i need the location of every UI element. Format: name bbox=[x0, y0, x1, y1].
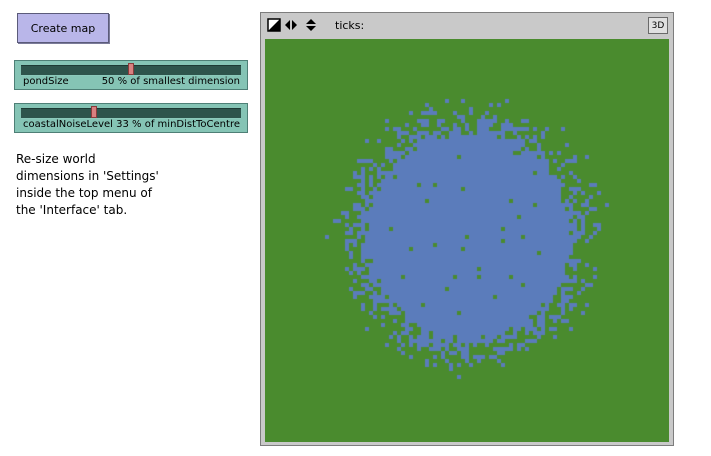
slider-track[interactable] bbox=[21, 108, 241, 119]
vertical-wrap-icon[interactable] bbox=[304, 18, 318, 32]
ticks-label: ticks: bbox=[335, 19, 365, 32]
create-map-button[interactable]: Create map bbox=[17, 13, 109, 43]
view-toolbar: ticks: 3D bbox=[261, 13, 673, 38]
coastal-noise-slider[interactable]: coastalNoiseLevel 33 % of minDistToCentr… bbox=[14, 103, 248, 133]
3d-button[interactable]: 3D bbox=[648, 17, 668, 34]
slider-label: pondSize bbox=[23, 76, 69, 87]
slider-thumb[interactable] bbox=[128, 63, 134, 75]
slider-thumb[interactable] bbox=[90, 106, 97, 118]
slider-value: 33 % of minDistToCentre bbox=[116, 119, 240, 130]
slider-label: coastalNoiseLevel bbox=[23, 119, 113, 130]
edges-toggle-icon[interactable] bbox=[267, 18, 281, 32]
slider-value: 50 % of smallest dimension bbox=[101, 76, 240, 87]
resize-instructions-note: Re-size world dimensions in 'Settings' i… bbox=[16, 152, 159, 217]
pond-size-slider[interactable]: pondSize 50 % of smallest dimension bbox=[14, 60, 248, 90]
world-view: ticks: 3D bbox=[260, 12, 674, 446]
pond-map bbox=[265, 39, 669, 442]
world-canvas[interactable] bbox=[265, 39, 669, 442]
horizontal-wrap-icon[interactable] bbox=[284, 18, 298, 32]
